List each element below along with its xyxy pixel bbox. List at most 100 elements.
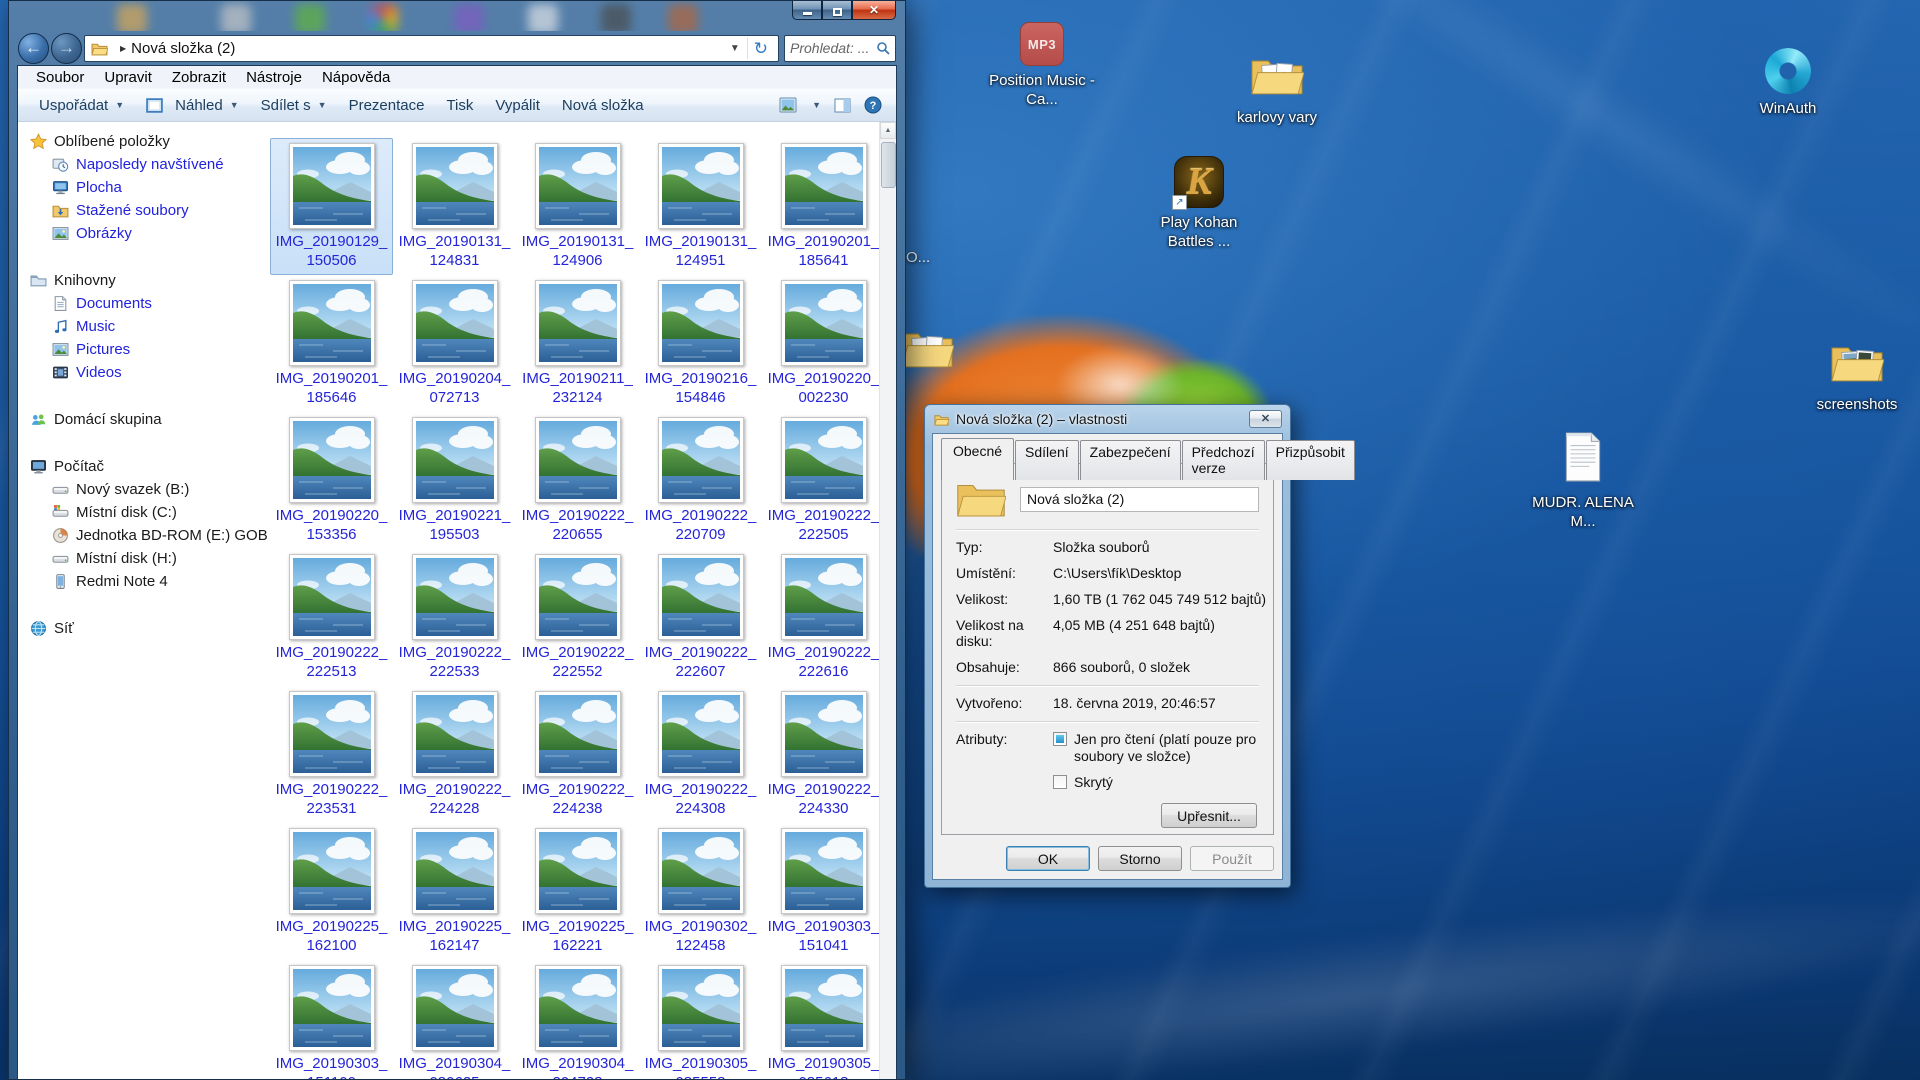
scroll-up-arrow[interactable]: ▲ [880,122,896,139]
desktop-icon-play-kohan-battles[interactable]: K↗Play Kohan Battles ... [1144,156,1254,251]
file-item-img-20190131-124906[interactable]: IMG_20190131_124906 [516,138,639,275]
menu-soubor[interactable]: Soubor [26,68,94,87]
file-item-img-20190131-124951[interactable]: IMG_20190131_124951 [639,138,762,275]
breadcrumb[interactable]: Nová složka (2) [131,40,723,57]
scroll-thumb[interactable] [881,142,896,188]
desktop-icon-winauth[interactable]: WinAuth [1733,48,1843,118]
sidebar-item-mistni-disk-c[interactable]: Místní disk (C:) [18,501,268,524]
desktop-icon-mudr-alena-m[interactable]: MUDR. ALENA M... [1528,431,1638,531]
sidebar-item-redmi-note-4[interactable]: Redmi Note 4 [18,570,268,593]
file-item-img-20190304-204728[interactable]: IMG_20190304_204728 [516,960,639,1079]
file-item-img-20190222-220655[interactable]: IMG_20190222_220655 [516,412,639,549]
refresh-icon[interactable]: ↻ [748,40,774,57]
search-box[interactable] [784,35,896,62]
sidebar-item-obrazky[interactable]: Obrázky [18,222,268,245]
sidebar-section-domaci-skupina[interactable]: Domácí skupina [18,408,268,431]
file-item-img-20190303-151100[interactable]: IMG_20190303_151100 [270,960,393,1079]
file-item-img-20190129-150506[interactable]: IMG_20190129_150506 [270,138,393,275]
menu-napoveda[interactable]: Nápověda [312,68,400,87]
sidebar-item-videos[interactable]: Videos [18,361,268,384]
sidebar-item-mistni-disk-h[interactable]: Místní disk (H:) [18,547,268,570]
maximize-button[interactable] [822,1,852,20]
vertical-scrollbar[interactable]: ▲ [879,122,896,1079]
hidden-checkbox[interactable] [1053,775,1067,789]
toolbar-button-usporadat[interactable]: Uspořádat▼ [28,92,135,119]
tab-sdileni[interactable]: Sdílení [1015,440,1079,480]
file-item-img-20190222-222513[interactable]: IMG_20190222_222513 [270,549,393,686]
file-item-img-20190305-085618[interactable]: IMG_20190305_085618 [762,960,879,1079]
file-item-img-20190220-002230[interactable]: IMG_20190220_002230 [762,275,879,412]
tab-predchozi-verze[interactable]: Předchozí verze [1182,440,1265,480]
tab-obecne[interactable]: Obecné [941,438,1014,480]
tab-zabezpeceni[interactable]: Zabezpečení [1080,440,1181,480]
close-button[interactable]: ✕ [852,1,896,20]
file-item-img-20190211-232124[interactable]: IMG_20190211_232124 [516,275,639,412]
sidebar-item-documents[interactable]: Documents [18,292,268,315]
dialog-titlebar[interactable]: Nová složka (2) – vlastnosti ✕ [925,405,1290,433]
menu-upravit[interactable]: Upravit [94,68,162,87]
search-icon[interactable] [876,41,890,55]
readonly-checkbox[interactable] [1053,732,1067,746]
file-item-img-20190201-185641[interactable]: IMG_20190201_185641 [762,138,879,275]
toolbar-button-nahled[interactable]: Náhled▼ [135,92,249,119]
ok-button[interactable]: OK [1006,846,1090,871]
minimize-button[interactable] [792,1,822,20]
desktop-icon-position-music-ca[interactable]: MP3Position Music - Ca... [987,22,1097,109]
dialog-close-button[interactable]: ✕ [1249,410,1282,428]
help-icon[interactable]: ? [864,96,882,114]
file-item-img-20190222-222505[interactable]: IMG_20190222_222505 [762,412,879,549]
sidebar-section-knihovny[interactable]: Knihovny [18,269,268,292]
sidebar-item-plocha[interactable]: Plocha [18,176,268,199]
sidebar-item-pictures[interactable]: Pictures [18,338,268,361]
sidebar-item-music[interactable]: Music [18,315,268,338]
advanced-button[interactable]: Upřesnit... [1161,803,1257,828]
sidebar-item-jednotka-bd-rom-e-gobliiin[interactable]: Jednotka BD-ROM (E:) GOBLIIIN [18,524,268,547]
file-item-img-20190222-223531[interactable]: IMG_20190222_223531 [270,686,393,823]
file-item-img-20190222-220709[interactable]: IMG_20190222_220709 [639,412,762,549]
toolbar-button-tisk[interactable]: Tisk [435,92,484,119]
apply-button[interactable]: Použít [1190,846,1274,871]
file-item-img-20190225-162147[interactable]: IMG_20190225_162147 [393,823,516,960]
menu-zobrazit[interactable]: Zobrazit [162,68,236,87]
hidden-checkbox-row[interactable]: Skrytý [1053,774,1259,791]
sidebar-item-stazene-soubory[interactable]: Stažené soubory [18,199,268,222]
sidebar-item-naposledy-navstivene[interactable]: Naposledy navštívené [18,153,268,176]
explorer-titlebar[interactable]: ✕ [9,1,905,31]
file-item-img-20190204-072713[interactable]: IMG_20190204_072713 [393,275,516,412]
breadcrumb-arrow-icon[interactable]: ▶ [120,44,126,53]
address-dropdown-icon[interactable]: ▼ [723,43,747,54]
file-item-img-20190220-153356[interactable]: IMG_20190220_153356 [270,412,393,549]
file-item-img-20190201-185646[interactable]: IMG_20190201_185646 [270,275,393,412]
sidebar-section-oblibene-polozky[interactable]: Oblíbené položky [18,130,268,153]
change-view-icon[interactable] [779,97,797,113]
file-item-img-20190216-154846[interactable]: IMG_20190216_154846 [639,275,762,412]
sidebar-item-novy-svazek-b[interactable]: Nový svazek (B:) [18,478,268,501]
menu-nastroje[interactable]: Nástroje [236,68,312,87]
tab-prizpusobit[interactable]: Přizpůsobit [1266,440,1355,480]
toolbar-button-nova-slozka[interactable]: Nová složka [551,92,655,119]
file-item-img-20190305-085558[interactable]: IMG_20190305_085558 [639,960,762,1079]
toolbar-button-prezentace[interactable]: Prezentace [338,92,436,119]
preview-pane-icon[interactable] [834,98,851,113]
forward-button[interactable]: → [51,33,82,64]
readonly-checkbox-row[interactable]: Jen pro čtení (platí pouze pro soubory v… [1053,731,1259,765]
back-button[interactable]: ← [18,33,49,64]
file-item-img-20190304-080625[interactable]: IMG_20190304_080625 [393,960,516,1079]
file-item-img-20190222-222616[interactable]: IMG_20190222_222616 [762,549,879,686]
desktop-icon-screenshots[interactable]: screenshots [1802,340,1912,414]
file-item-img-20190222-222533[interactable]: IMG_20190222_222533 [393,549,516,686]
file-item-img-20190222-222607[interactable]: IMG_20190222_222607 [639,549,762,686]
sidebar-section-sit[interactable]: Síť [18,617,268,640]
file-item-img-20190221-195503[interactable]: IMG_20190221_195503 [393,412,516,549]
folder-name-input[interactable] [1020,487,1259,512]
file-item-img-20190222-224330[interactable]: IMG_20190222_224330 [762,686,879,823]
file-item-img-20190222-224228[interactable]: IMG_20190222_224228 [393,686,516,823]
file-item-img-20190225-162221[interactable]: IMG_20190225_162221 [516,823,639,960]
change-view-caret-icon[interactable]: ▼ [812,100,821,110]
file-item-img-20190302-122458[interactable]: IMG_20190302_122458 [639,823,762,960]
sidebar-section-pocitac[interactable]: Počítač [18,455,268,478]
desktop-icon-label-truncated[interactable]: O... [906,249,930,266]
toolbar-button-sdilet-s[interactable]: Sdílet s▼ [250,92,338,119]
file-item-img-20190225-162100[interactable]: IMG_20190225_162100 [270,823,393,960]
cancel-button[interactable]: Storno [1098,846,1182,871]
